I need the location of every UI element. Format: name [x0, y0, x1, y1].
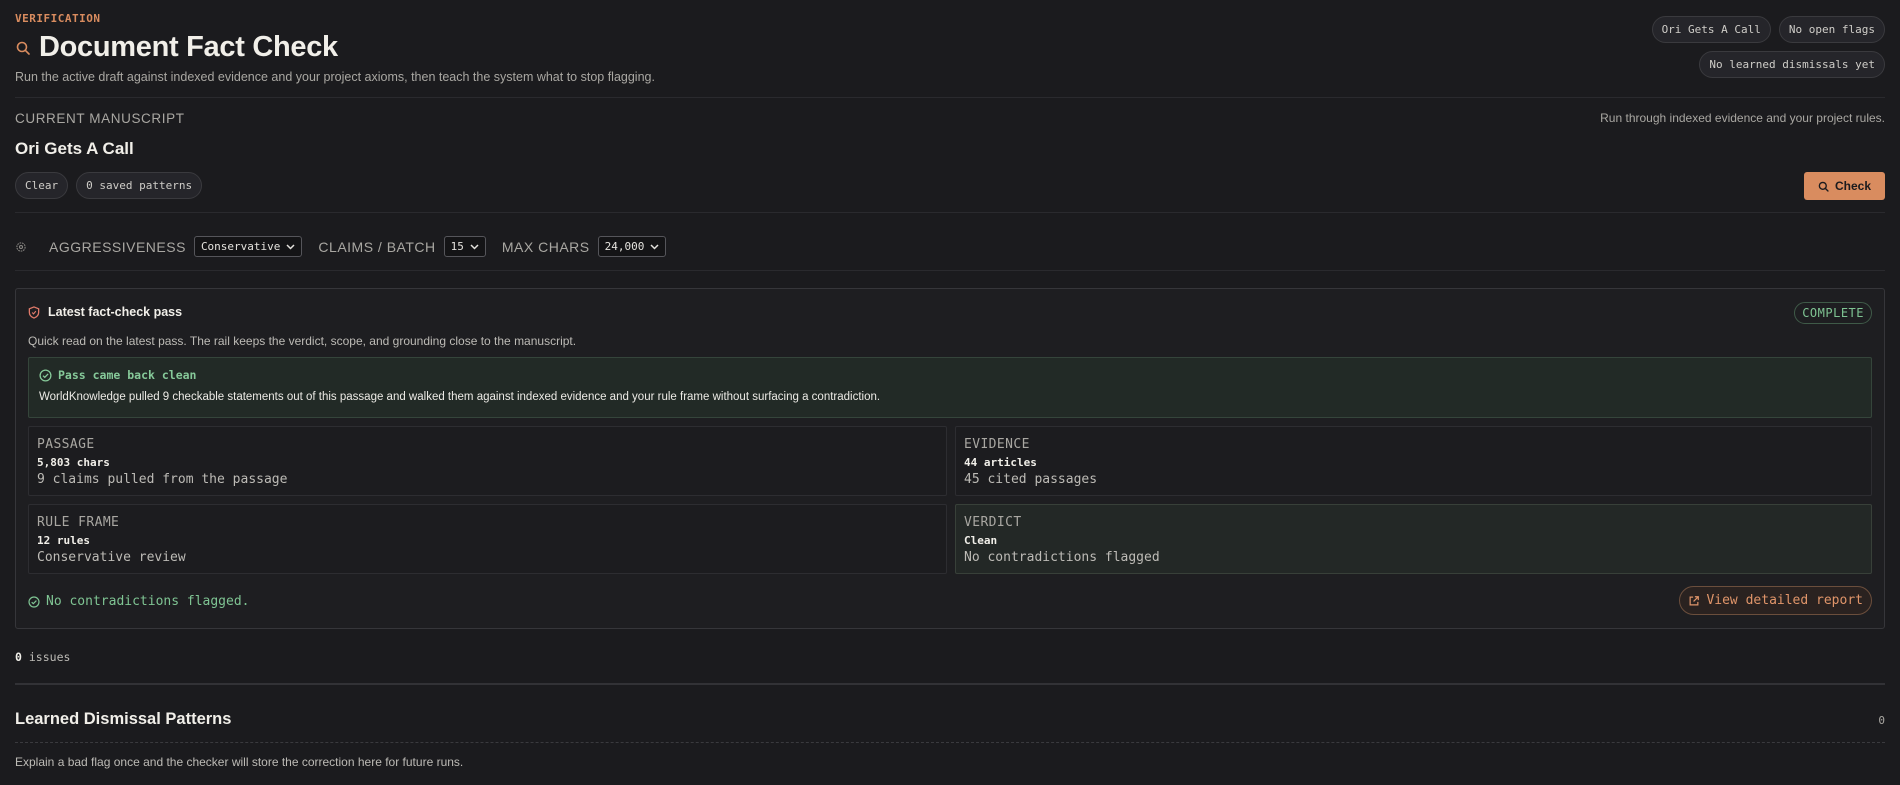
page-header: VERIFICATION Document Fact Check Run the…: [15, 12, 1885, 98]
result-line: No contradictions flagged.: [28, 594, 250, 609]
maxchars-label: MAX CHARS: [501, 238, 590, 255]
view-report-button[interactable]: View detailed report: [1679, 586, 1872, 615]
settings-row: AGGRESSIVENESS Conservative CLAIMS / BAT…: [15, 236, 667, 257]
claims-label: CLAIMS / BATCH: [318, 238, 436, 255]
stat-detail: 9 claims pulled from the passage: [37, 472, 288, 487]
claims-value: 15: [450, 240, 464, 253]
stat-value: 5,803 chars: [37, 456, 110, 469]
check-circle-icon: [28, 595, 40, 608]
check-button-label: Check: [1834, 179, 1871, 193]
search-icon: [1818, 181, 1829, 192]
learned-patterns-count: 0: [1878, 714, 1885, 727]
stat-key: EVIDENCE: [964, 437, 1030, 452]
stat-key: PASSAGE: [37, 437, 95, 452]
aggressiveness-label: AGGRESSIVENESS: [49, 238, 186, 255]
banner-title: Pass came back clean: [58, 368, 197, 382]
card-title: Latest fact-check pass: [48, 305, 183, 319]
status-badge: COMPLETE: [1794, 302, 1872, 324]
chevron-down-icon: [286, 243, 295, 250]
issues-count: 0 issues: [15, 650, 70, 664]
shield-icon: [28, 305, 40, 319]
learned-patterns-description: Explain a bad flag once and the checker …: [15, 755, 464, 769]
status-pills: Ori Gets A Call No open flags No learned…: [1625, 16, 1885, 86]
manuscript-divider: [15, 212, 1885, 213]
section-eyebrow: VERIFICATION: [15, 12, 101, 25]
search-icon: [16, 41, 30, 55]
manuscript-pill: Ori Gets A Call: [1651, 16, 1771, 43]
chevron-down-icon: [470, 243, 479, 250]
claims-select[interactable]: 15: [443, 236, 486, 257]
stat-detail: 45 cited passages: [964, 472, 1098, 487]
fact-check-card: Latest fact-check pass COMPLETE Quick re…: [15, 288, 1885, 629]
open-flags-pill: No open flags: [1778, 16, 1885, 43]
page-subtitle: Run the active draft against indexed evi…: [15, 70, 655, 84]
manuscript-note: Run through indexed evidence and your pr…: [1600, 111, 1885, 125]
section-divider: [15, 683, 1885, 685]
issues-label: issues: [28, 650, 71, 664]
manuscript-label: CURRENT MANUSCRIPT: [15, 111, 185, 126]
chevron-down-icon: [650, 243, 659, 250]
stat-value: Clean: [964, 534, 998, 547]
aggressiveness-select[interactable]: Conservative: [193, 236, 303, 257]
external-link-icon: [1689, 595, 1700, 605]
stat-key: RULE FRAME: [37, 515, 120, 530]
stat-key: VERDICT: [964, 515, 1022, 530]
stat-passage: PASSAGE 5,803 chars 9 claims pulled from…: [28, 426, 947, 496]
title-row: Document Fact Check: [15, 31, 1885, 64]
maxchars-select[interactable]: 24,000: [597, 236, 667, 257]
manuscript-actions: Clear 0 saved patterns: [15, 172, 203, 199]
issues-number: 0: [15, 650, 22, 664]
gear-icon: [16, 241, 26, 252]
learned-patterns-title: Learned Dismissal Patterns: [15, 710, 232, 728]
result-text: No contradictions flagged.: [46, 594, 250, 609]
dismissals-pill: No learned dismissals yet: [1699, 51, 1885, 78]
aggressiveness-value: Conservative: [200, 240, 281, 253]
maxchars-value: 24,000: [604, 240, 645, 253]
view-report-label: View detailed report: [1706, 593, 1863, 608]
manuscript-title: Ori Gets A Call: [15, 139, 134, 158]
banner-header: Pass came back clean: [39, 368, 196, 382]
check-button[interactable]: Check: [1803, 172, 1885, 200]
stat-verdict: VERDICT Clean No contradictions flagged: [955, 504, 1872, 574]
header-divider: [15, 97, 1885, 98]
check-circle-icon: [39, 368, 52, 382]
stat-detail: Conservative review: [37, 550, 186, 565]
stat-value: 44 articles: [964, 456, 1037, 469]
saved-patterns-button[interactable]: 0 saved patterns: [76, 172, 203, 199]
stat-evidence: EVIDENCE 44 articles 45 cited passages: [955, 426, 1872, 496]
clear-button[interactable]: Clear: [15, 172, 69, 199]
stat-rule-frame: RULE FRAME 12 rules Conservative review: [28, 504, 947, 574]
settings-divider: [15, 270, 1885, 271]
card-description: Quick read on the latest pass. The rail …: [28, 334, 577, 348]
stat-value: 12 rules: [37, 534, 90, 547]
page-title: Document Fact Check: [39, 31, 338, 63]
stat-detail: No contradictions flagged: [964, 550, 1160, 565]
card-header: Latest fact-check pass: [28, 305, 182, 319]
banner-text: WorldKnowledge pulled 9 checkable statem…: [39, 391, 881, 403]
dashed-divider: [15, 742, 1885, 743]
clean-banner: Pass came back clean WorldKnowledge pull…: [28, 357, 1872, 418]
